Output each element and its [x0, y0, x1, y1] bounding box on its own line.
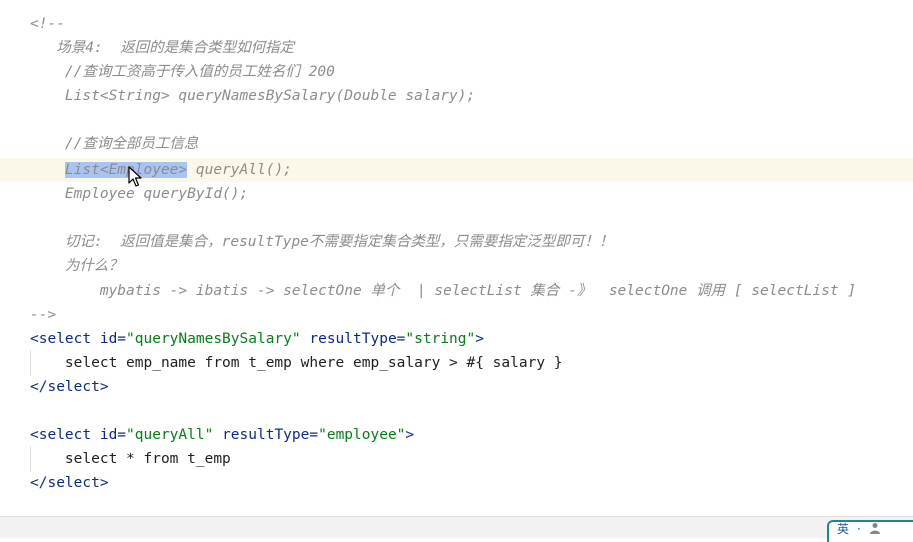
comment-text: mybatis -> ibatis -> selectOne 单个 | sele…	[30, 283, 857, 299]
sql-text: select * from t_emp	[30, 451, 231, 467]
xml-attr: resultType=	[300, 331, 406, 347]
code-line	[0, 206, 913, 230]
status-bar	[0, 516, 913, 538]
xml-value: "employee"	[318, 427, 406, 443]
xml-value: "queryNamesBySalary"	[126, 331, 301, 347]
xml-tag: >	[405, 427, 415, 443]
code-line: 切记: 返回值是集合，resultType不需要指定集合类型，只需要指定泛型即可…	[0, 230, 913, 254]
comment-text: queryAll();	[187, 162, 292, 178]
mouse-cursor-icon	[128, 166, 142, 187]
xml-attr: resultType=	[213, 427, 319, 443]
comment-text: <!--	[30, 16, 65, 32]
xml-tag: </select>	[30, 475, 109, 491]
xml-attr: id=	[91, 427, 127, 443]
code-line	[0, 108, 913, 132]
comment-text: List<String> queryNamesBySalary(Double s…	[30, 88, 476, 104]
code-line: -->	[0, 303, 913, 327]
comment-text: 为什么？	[30, 258, 123, 274]
code-line: //查询工资高于传入值的员工姓名们 200	[0, 60, 913, 84]
code-editor[interactable]: <!-- 场景4: 返回的是集合类型如何指定 //查询工资高于传入值的员工姓名们…	[0, 0, 913, 516]
ime-separator: ·	[857, 522, 861, 536]
xml-tag: <select	[30, 331, 92, 347]
comment-text: -->	[30, 307, 57, 323]
xml-tag: <select	[30, 427, 92, 443]
user-icon[interactable]	[869, 522, 881, 534]
xml-tag: </select>	[30, 379, 109, 395]
code-line: select emp_name from t_emp where emp_sal…	[0, 351, 913, 375]
selected-text[interactable]: List<Employee>	[64, 162, 188, 178]
code-line: <select id="queryAll" resultType="employ…	[0, 423, 913, 447]
xml-tag: >	[475, 331, 484, 347]
code-line: 场景4: 返回的是集合类型如何指定	[0, 36, 913, 60]
xml-value: "queryAll"	[126, 427, 214, 443]
comment-text: //查询工资高于传入值的员工姓名们 200	[30, 64, 335, 80]
comment-text: 切记: 返回值是集合，resultType不需要指定集合类型，只需要指定泛型即可…	[30, 234, 614, 250]
code-line: <!--	[0, 12, 913, 36]
code-line: </select>	[0, 375, 913, 399]
comment-text	[0, 112, 30, 128]
code-line: select * from t_emp	[0, 447, 913, 471]
ime-indicator[interactable]: 英 ·	[827, 520, 913, 542]
indent-guide	[30, 350, 31, 376]
comment-text: //查询全部员工信息	[30, 136, 199, 152]
sql-text: select emp_name from t_emp where emp_sal…	[30, 355, 563, 371]
xml-attr: id=	[91, 331, 127, 347]
code-line: <select id="queryNamesBySalary" resultTy…	[0, 327, 913, 351]
code-line: List<String> queryNamesBySalary(Double s…	[0, 84, 913, 108]
code-line: //查询全部员工信息	[0, 132, 913, 156]
comment-text	[0, 210, 30, 226]
ime-language-label[interactable]: 英	[837, 522, 849, 536]
comment-text: 场景4: 返回的是集合类型如何指定	[30, 40, 295, 56]
code-line: 为什么？	[0, 254, 913, 278]
indent-guide	[30, 446, 31, 472]
xml-value: "string"	[405, 331, 476, 347]
comment-text: Employee queryById();	[30, 186, 249, 202]
code-line: mybatis -> ibatis -> selectOne 单个 | sele…	[0, 279, 913, 303]
code-line: </select>	[0, 471, 913, 495]
